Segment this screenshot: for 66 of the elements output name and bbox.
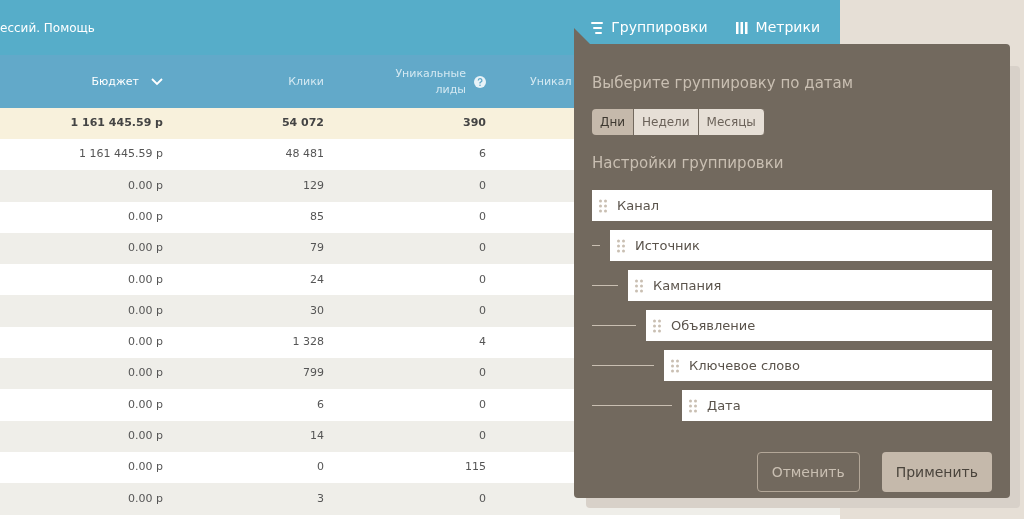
total-cell-text: 54 072	[280, 115, 325, 132]
table-cell-text: 4	[478, 334, 487, 351]
table-cell-text: 0	[478, 428, 487, 445]
table-cell-text: 6	[478, 146, 487, 163]
drag-handle-icon[interactable]	[617, 238, 625, 253]
table-cell-text: 0	[478, 271, 487, 288]
table-cell-text: 799	[302, 365, 325, 382]
table-cell-text: 85	[309, 209, 325, 225]
table-cell-text: 0.00 р	[127, 365, 164, 382]
table-cell-text: 0.00 р	[127, 177, 164, 194]
table-cell-text: 48 481	[284, 146, 325, 163]
table-cell-text: 0	[478, 209, 487, 225]
table-cell-text: 129	[302, 177, 325, 194]
table-cell-text: 1 161 445.59 р	[78, 146, 164, 163]
table-cell-text: 79	[309, 240, 325, 257]
nav-button[interactable]: Метрики	[735, 17, 820, 38]
grouping-level-item[interactable]: Дата	[682, 390, 992, 421]
table-cell-text: 1 328	[291, 334, 325, 351]
table-cell-text: 0	[316, 459, 325, 476]
drag-handle-icon[interactable]	[599, 198, 607, 213]
table-cell-text: 0.00 р	[127, 271, 164, 288]
table-cell-text: 30	[309, 302, 325, 319]
table-cell-text: 0	[478, 302, 487, 319]
date-tab[interactable]: Месяцы	[698, 109, 765, 135]
list-icon	[591, 21, 604, 34]
breadcrumb-text: ессий. Помощь	[0, 19, 95, 37]
table-cell-text: 0	[478, 490, 487, 507]
drag-handle-icon[interactable]	[689, 398, 697, 413]
date-grouping-title: Выберите группировку по датам	[592, 73, 855, 94]
table-cell-text: 3	[316, 490, 325, 507]
table-cell-text: 0	[478, 240, 487, 257]
total-cell-text: 1 161 445.59 р	[69, 115, 164, 132]
cancel-button[interactable]: Отменить	[756, 452, 860, 492]
table-cell-text: 0.00 р	[127, 428, 164, 445]
table-cell-text: 115	[464, 459, 487, 476]
grouping-level-item[interactable]: Ключевое слово	[664, 350, 992, 381]
table-cell-text: 0.00 р	[127, 459, 164, 476]
table-cell-text: 14	[309, 428, 325, 445]
drag-handle-icon[interactable]	[671, 358, 679, 373]
table-cell-text: 0.00 р	[127, 209, 164, 225]
table-cell-text: 0.00 р	[127, 396, 164, 413]
table-cell-text: 0.00 р	[127, 490, 164, 507]
column-header[interactable]: Бюджет	[91, 73, 139, 90]
settings-title: Настройки группировки	[592, 153, 785, 174]
grouping-level-item[interactable]: Канал	[592, 190, 992, 221]
help-icon[interactable]	[474, 75, 486, 88]
table-cell-text: 0.00 р	[127, 334, 164, 351]
table-cell-text: 6	[316, 396, 325, 413]
date-tab[interactable]: Недели	[634, 109, 699, 135]
table-cell-text: 0	[478, 177, 487, 194]
grouping-level-item[interactable]: Объявление	[646, 310, 992, 341]
grouping-level-item[interactable]: Кампания	[628, 270, 992, 301]
table-cell-text: 0.00 р	[127, 302, 164, 319]
date-tab[interactable]: Дни	[592, 109, 635, 135]
drag-handle-icon[interactable]	[653, 318, 661, 333]
total-cell-text: 390	[462, 115, 487, 132]
drag-handle-icon[interactable]	[635, 278, 643, 293]
table-cell-text: 24	[309, 271, 325, 288]
nav-button[interactable]: Группировки	[591, 17, 708, 38]
table-cell-text: 0.00 р	[127, 240, 164, 257]
table-cell-text: 0	[478, 396, 487, 413]
columns-icon	[735, 21, 748, 34]
chevron-down-icon[interactable]	[151, 77, 163, 86]
apply-button[interactable]: Применить	[881, 452, 992, 492]
table-cell-text: 0	[478, 365, 487, 382]
grouping-level-item[interactable]: Источник	[610, 230, 992, 261]
